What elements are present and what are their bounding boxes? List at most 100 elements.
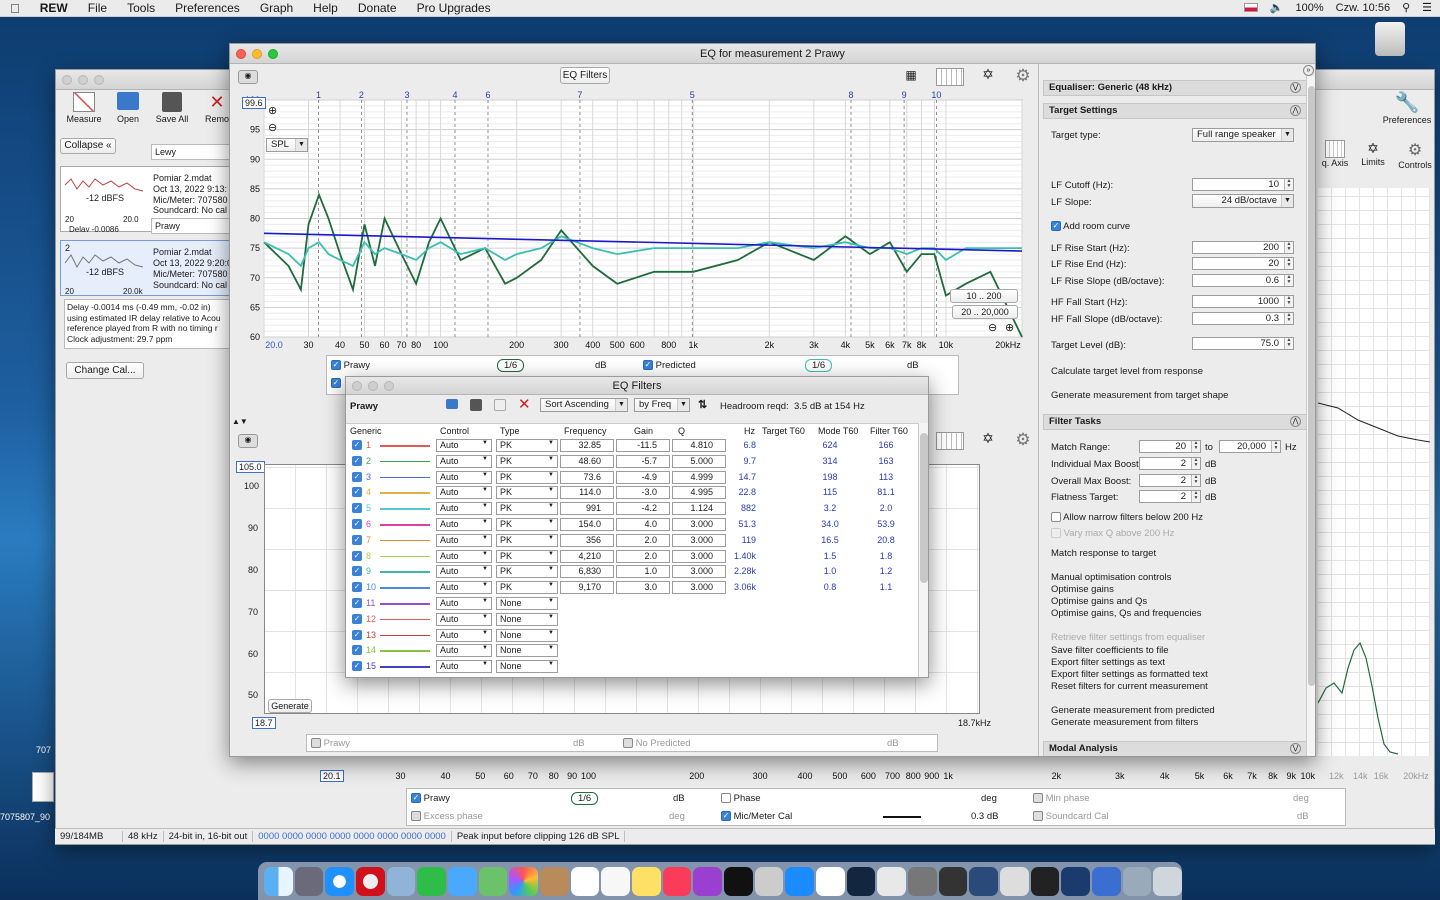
optimise-all-link[interactable]: Optimise gains, Qs and frequencies [1051,608,1202,619]
filter-frequency-field[interactable]: 356 [560,533,614,547]
change-cal-button[interactable]: Change Cal... [66,362,144,379]
filter-q-field[interactable]: 3.000 [672,581,726,595]
legend-prawy-smooth[interactable]: 1/6 [571,792,599,805]
filter-row[interactable]: ✓ 5 Auto ▼ PK ▼ 991 -4.2 1.124 882 3.2 2.0 [346,501,918,516]
axis-toggle-icon[interactable] [936,68,964,86]
panel-scroll-thumb[interactable] [1308,86,1315,686]
notes-icon[interactable] [632,866,661,896]
filter-enable-checkbox[interactable]: ✓ [352,613,362,624]
rew-dock-icon[interactable] [969,866,999,896]
filter-frequency-field[interactable]: 114.0 [560,486,614,500]
filter-gain-field[interactable]: 3.0 [616,581,670,595]
filter-q-field[interactable]: 5.000 [672,454,726,468]
equaliser-header[interactable]: Equaliser: Generic (48 kHz) ⋁ [1043,80,1308,96]
spinner-icon[interactable]: ▲ ▼ [1284,313,1293,324]
facetime-icon[interactable] [417,866,447,896]
export-formatted-link[interactable]: Export filter settings as formatted text [1051,669,1208,680]
panel-scrollbar[interactable] [1306,76,1315,756]
apple-icon[interactable]:  [0,1,30,16]
filter-enable-checkbox[interactable]: ✓ [352,519,362,529]
memory-usage[interactable]: 99/184MB [55,831,123,842]
filter-row[interactable]: ✓ 10 Auto ▼ PK ▼ 9,170 3.0 3.000 3.06k 0.8 1.1 [346,580,918,595]
spinner-icon[interactable]: ▲ ▼ [1191,458,1200,469]
lower-gear-icon[interactable]: ⚙ [1012,430,1034,450]
filter-enable-checkbox[interactable]: ✓ [352,455,362,466]
ind-boost-field[interactable]: 2 ▲ ▼ [1139,457,1201,470]
open-button[interactable]: Open [112,92,144,124]
filter-gain-field[interactable]: -4.2 [616,502,670,516]
eq-legend-predicted[interactable]: ✓ Predicted [643,360,696,371]
measure-button[interactable]: Measure [64,92,104,124]
panel-collapse-icon[interactable]: » [1303,65,1314,76]
range-20-20000-button[interactable]: 20 .. 20,000 [952,305,1018,319]
filter-enable-checkbox[interactable]: ✓ [352,471,362,482]
calc-target-link[interactable]: Calculate target level from response [1051,366,1203,377]
legend-mic-cal[interactable]: ✓ Mic/Meter Cal [721,811,792,822]
by-select[interactable]: by Freq ▼ [634,398,690,412]
filter-enable-checkbox[interactable]: ✓ [352,503,362,514]
lower-spl-value[interactable]: 105.0 [236,461,265,473]
meas2-channel[interactable]: Prawy [151,218,231,234]
open-filters-icon[interactable] [446,399,458,409]
opera-icon[interactable] [356,866,385,896]
utility-icon[interactable] [846,866,876,896]
audio-icon[interactable] [754,866,784,896]
eq-legend-predicted-smooth[interactable]: 1/6 [805,359,833,372]
dock-app-icon[interactable] [1000,866,1029,896]
legend-prawy[interactable]: ✓ Prawy [411,793,450,804]
allow-narrow-checkbox[interactable]: Allow narrow filters below 200 Hz [1051,512,1203,523]
export-text-link[interactable]: Export filter settings as text [1051,657,1165,668]
spinner-icon[interactable]: ▲ ▼ [1191,475,1200,486]
zoom-out-icon[interactable]: ⊖ [268,121,277,134]
legend-excess-phase[interactable]: Excess phase [411,811,483,822]
window-controls[interactable] [62,75,104,85]
limits-icon-eq[interactable]: ✡ [974,66,1002,86]
lower-camera-icon[interactable]: ◉ [238,434,258,448]
menu-file[interactable]: File [78,1,117,15]
filter-frequency-field[interactable]: 991 [560,502,614,516]
filter-q-field[interactable]: 3.000 [672,549,726,563]
zoom-h-out-icon[interactable]: ⊖ [988,321,997,334]
filter-gain-field[interactable]: 1.0 [616,565,670,579]
filter-enable-checkbox[interactable]: ✓ [352,534,362,545]
sort-select[interactable]: Sort Ascending ▼ [540,398,628,412]
filter-row[interactable]: ✓ 6 Auto ▼ PK ▼ 154.0 4.0 3.000 51.3 34.0 53.9 [346,517,918,532]
spinner-icon[interactable]: ▲ ▼ [1271,441,1280,452]
filter-enable-checkbox[interactable]: ✓ [352,566,362,577]
photos-icon[interactable] [509,866,539,896]
spinner-icon[interactable]: ▲ ▼ [1284,179,1293,190]
filter-gain-field[interactable]: 2.0 [616,533,670,547]
downloads-icon[interactable] [1122,866,1152,896]
hf-fall-start-field[interactable]: 1000 ▲ ▼ [1192,295,1294,308]
filters-scroll-thumb[interactable] [920,433,928,583]
filter-enable-checkbox[interactable]: ✓ [352,629,362,640]
lf-rise-end-field[interactable]: 20 ▲ ▼ [1192,257,1294,270]
lf-rise-slope-field[interactable]: 0.6 ▲ ▼ [1192,274,1294,287]
match-from-field[interactable]: 20 ▲ ▼ [1139,440,1201,453]
launchpad-icon[interactable] [294,866,324,896]
reminders-icon[interactable] [601,866,631,896]
finger-icon[interactable] [877,866,907,896]
filter-row[interactable]: ✓ 2 Auto ▼ PK ▼ 48.60 -5.7 5.000 9.7 314 163 [346,454,918,469]
filter-gain-field[interactable]: 2.0 [616,549,670,563]
filter-q-field[interactable]: 3.000 [672,533,726,547]
splitter-handle[interactable]: ▲▼ [232,417,248,426]
legend-soundcard-cal[interactable]: Soundcard Cal [1033,811,1109,822]
lower-legend-prawy[interactable]: Prawy [311,738,350,749]
filter-row[interactable]: ✓ 14 Auto ▼ None ▼ [346,643,918,658]
spl-mode-select[interactable]: SPL ▼ [266,138,308,152]
eq-response-chart[interactable]: 1 2 3 4 5 6 7 8 9 10 100 95 90 85 80 75 70 65 60 20.0 30 40 5… [230,88,1038,353]
overall-boost-field[interactable]: 2 ▲ ▼ [1139,474,1201,487]
filter-row[interactable]: ✓ 3 Auto ▼ PK ▼ 73.6 -4.9 4.999 14.7 198 113 [346,470,918,485]
hf-fall-slope-field[interactable]: 0.3 ▲ ▼ [1192,312,1294,325]
flatness-field[interactable]: 2 ▲ ▼ [1139,490,1201,503]
preview-icon[interactable] [386,866,416,896]
rew-icon[interactable] [1061,866,1091,896]
lf-slope-select[interactable]: 24 dB/octave ▼ [1192,194,1294,208]
drive-dock-icon[interactable] [1092,866,1121,896]
controls-tool[interactable]: ⚙ Controls [1394,140,1434,170]
main-graph-area[interactable] [1318,188,1430,756]
filter-enable-checkbox[interactable]: ✓ [352,487,362,498]
search-icon[interactable]: ⚲ [1402,1,1410,14]
spinner-icon[interactable]: ▲ ▼ [1191,441,1200,452]
